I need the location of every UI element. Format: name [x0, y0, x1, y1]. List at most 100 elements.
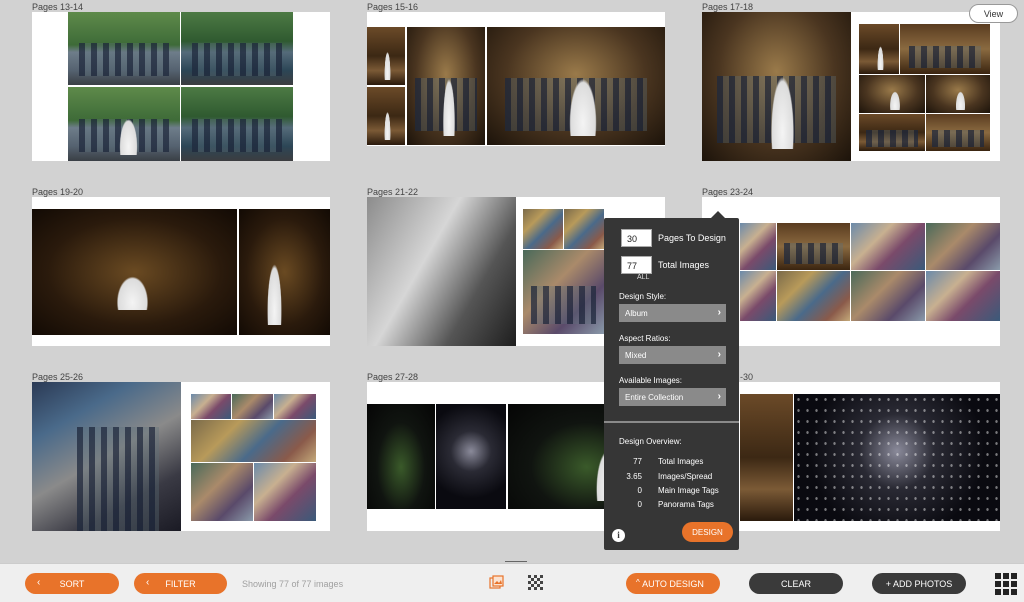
photo[interactable] [777, 271, 850, 321]
info-icon[interactable]: i [612, 529, 625, 542]
photo[interactable] [239, 209, 330, 335]
photo[interactable] [436, 404, 506, 509]
spread-label: -30 [740, 372, 754, 382]
photo[interactable] [900, 24, 990, 74]
spread-label: Pages 17-18 [702, 2, 754, 12]
photo[interactable] [487, 27, 665, 145]
design-style-value: Album [625, 309, 648, 318]
auto-design-button[interactable]: ^ AUTO DESIGN [626, 573, 720, 594]
spread-pages-25-26[interactable] [32, 382, 330, 531]
spread-label: Pages 25-26 [32, 372, 84, 382]
overview-label: Total Images [658, 457, 704, 466]
photo[interactable] [740, 271, 776, 321]
aspect-ratios-select[interactable]: Mixed › [619, 346, 726, 364]
divider [604, 421, 739, 423]
available-images-value: Entire Collection [625, 393, 684, 402]
aspect-ratios-value: Mixed [625, 351, 647, 360]
available-images-label: Available Images: [619, 376, 682, 385]
spread-pages-13-14[interactable] [32, 12, 330, 161]
filter-button[interactable]: ‹ FILTER [134, 573, 227, 594]
chevron-right-icon: › [717, 349, 721, 360]
photo[interactable] [859, 75, 925, 113]
aspect-ratios-label: Aspect Ratios: [619, 334, 671, 343]
overview-value: 0 [637, 500, 642, 509]
photo[interactable] [32, 209, 237, 335]
photo[interactable] [254, 463, 316, 521]
total-images-input[interactable]: 77 [621, 256, 652, 274]
photo[interactable] [191, 420, 316, 462]
photo[interactable] [367, 87, 405, 145]
spread-label: Pages 21-22 [367, 187, 419, 197]
status-text: Showing 77 of 77 images [242, 579, 344, 589]
chevron-right-icon: › [717, 307, 721, 318]
photo[interactable] [68, 12, 180, 85]
overview-value: 3.65 [626, 472, 642, 481]
photo[interactable] [367, 27, 405, 85]
photo[interactable] [702, 12, 851, 161]
bottom-toolbar: ‹ SORT ‹ FILTER Showing 77 of 77 images … [0, 563, 1024, 602]
spread-label: Pages 13-14 [32, 2, 84, 12]
photo[interactable] [851, 223, 925, 270]
spread-pages-15-16[interactable] [367, 12, 665, 146]
pages-to-design-label: Pages To Design [658, 233, 726, 243]
overview-value: 77 [633, 457, 642, 466]
spread-pages-17-18[interactable] [702, 12, 1000, 161]
photo[interactable] [191, 394, 231, 419]
spread-pages-29-30[interactable] [702, 382, 1000, 531]
photo[interactable] [181, 12, 293, 85]
photo[interactable] [367, 404, 435, 509]
pages-to-design-input[interactable]: 30 [621, 229, 652, 247]
overview-label: Panorama Tags [658, 500, 714, 509]
total-images-label: Total Images [658, 260, 710, 270]
photo[interactable] [32, 382, 181, 531]
sort-button[interactable]: ‹ SORT [25, 573, 119, 594]
grid-view-icon[interactable] [995, 573, 1017, 595]
sort-label: SORT [59, 579, 85, 589]
photo[interactable] [859, 114, 925, 151]
spread-pages-19-20[interactable] [32, 197, 330, 346]
checkerboard-icon[interactable] [528, 575, 544, 591]
photo[interactable] [564, 209, 604, 249]
spread-pages-23-24[interactable] [702, 197, 1000, 346]
design-button[interactable]: DESIGN [682, 522, 733, 542]
design-overview-title: Design Overview: [619, 437, 682, 446]
overview-label: Images/Spread [658, 472, 713, 481]
photo[interactable] [68, 87, 180, 161]
photo-stack-icon[interactable] [489, 575, 505, 591]
all-link[interactable]: ALL [637, 274, 649, 281]
photo[interactable] [367, 197, 516, 346]
photo[interactable] [851, 271, 925, 321]
overview-label: Main Image Tags [658, 486, 719, 495]
photo[interactable] [794, 394, 1000, 521]
photo[interactable] [926, 271, 1000, 321]
clear-button[interactable]: CLEAR [749, 573, 843, 594]
photo[interactable] [191, 463, 253, 521]
photo[interactable] [777, 223, 850, 270]
photo[interactable] [181, 87, 293, 161]
view-button[interactable]: View [969, 4, 1018, 23]
overview-value: 0 [637, 486, 642, 495]
photo[interactable] [926, 223, 1000, 270]
photo[interactable] [926, 75, 990, 113]
filter-label: FILTER [165, 579, 196, 589]
available-images-select[interactable]: Entire Collection › [619, 388, 726, 406]
design-style-select[interactable]: Album › [619, 304, 726, 322]
photo[interactable] [407, 27, 485, 145]
spread-label: Pages 19-20 [32, 187, 84, 197]
photo[interactable] [523, 209, 563, 249]
photo[interactable] [740, 394, 793, 521]
design-panel: 30 Pages To Design 77 Total Images ALL D… [604, 211, 739, 550]
photo[interactable] [740, 223, 776, 270]
design-style-label: Design Style: [619, 292, 667, 301]
spread-label: Pages 27-28 [367, 372, 419, 382]
photo[interactable] [274, 394, 316, 419]
photo[interactable] [859, 24, 899, 74]
spread-label: Pages 23-24 [702, 187, 754, 197]
chevron-left-icon: ‹ [146, 577, 150, 588]
chevron-right-icon: › [717, 391, 721, 402]
add-photos-button[interactable]: + ADD PHOTOS [872, 573, 966, 594]
photo[interactable] [523, 250, 604, 334]
spread-label: Pages 15-16 [367, 2, 419, 12]
photo[interactable] [926, 114, 990, 151]
photo[interactable] [232, 394, 273, 419]
